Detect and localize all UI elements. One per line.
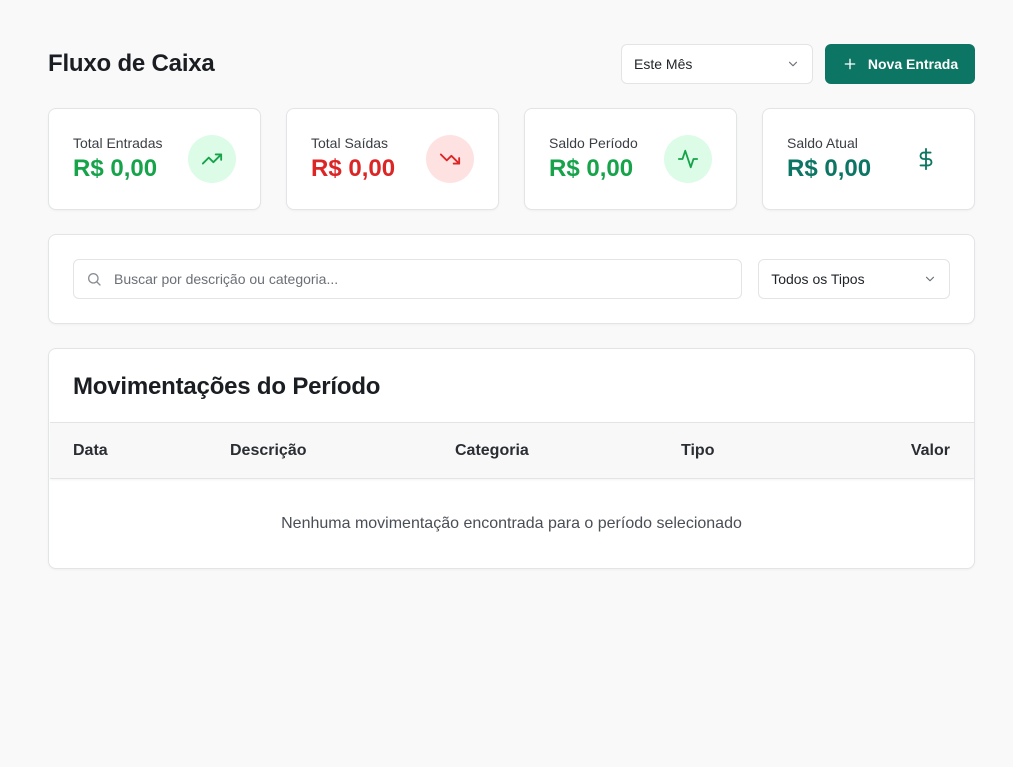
table-header-row: Data Descrição Categoria Tipo Valor	[50, 422, 974, 479]
summary-cards: Total Entradas R$ 0,00 Total Saídas R$ 0…	[48, 108, 975, 210]
stat-card-total-entradas: Total Entradas R$ 0,00	[48, 108, 261, 210]
search-input[interactable]	[114, 271, 730, 287]
column-header-descricao: Descrição	[230, 442, 307, 459]
chevron-down-icon	[925, 276, 935, 282]
stat-label: Saldo Atual	[787, 135, 858, 151]
new-entry-label: Nova Entrada	[867, 56, 959, 72]
page-title: Fluxo de Caixa	[48, 50, 215, 77]
stat-label: Total Entradas	[73, 135, 163, 151]
type-select[interactable]: Todos os Tipos	[758, 259, 950, 299]
empty-state-message: Nenhuma movimentação encontrada para o p…	[281, 515, 742, 532]
header-actions: Este Mês Nova Entrada	[621, 44, 975, 84]
filter-bar: Todos os Tipos	[48, 234, 975, 324]
chevron-down-icon	[788, 61, 798, 67]
cash-flow-page: Fluxo de Caixa Este Mês Nova Entrada Tot…	[0, 0, 1013, 767]
page-header: Fluxo de Caixa Este Mês Nova Entrada	[48, 44, 975, 84]
trending-up-icon	[188, 135, 236, 183]
dollar-sign-icon	[902, 135, 950, 183]
new-entry-button[interactable]: Nova Entrada	[825, 44, 975, 84]
column-header-data: Data	[73, 442, 108, 459]
trending-down-icon	[426, 135, 474, 183]
column-header-tipo: Tipo	[681, 442, 715, 459]
search-icon	[88, 273, 101, 286]
stat-label: Total Saídas	[311, 135, 389, 151]
plus-icon	[844, 58, 856, 70]
stat-card-saldo-atual: Saldo Atual R$ 0,00	[762, 108, 975, 210]
stat-value: R$ 0,00	[787, 155, 872, 182]
period-select-value: Este Mês	[634, 56, 693, 72]
table-title: Movimentações do Período	[73, 373, 381, 400]
column-header-categoria: Categoria	[455, 442, 529, 459]
type-select-value: Todos os Tipos	[771, 271, 865, 287]
stat-value: R$ 0,00	[73, 155, 158, 182]
period-select[interactable]: Este Mês	[621, 44, 813, 84]
stat-label: Saldo Período	[549, 135, 638, 151]
activity-icon	[664, 135, 712, 183]
stat-card-saldo-periodo: Saldo Período R$ 0,00	[524, 108, 737, 210]
column-header-valor: Valor	[910, 442, 950, 459]
search-box[interactable]	[73, 259, 743, 299]
stat-value: R$ 0,00	[549, 155, 634, 182]
stat-value: R$ 0,00	[311, 155, 396, 182]
stat-card-total-saidas: Total Saídas R$ 0,00	[286, 108, 499, 210]
transactions-table-card: Movimentações do Período Data Descrição …	[48, 348, 975, 569]
